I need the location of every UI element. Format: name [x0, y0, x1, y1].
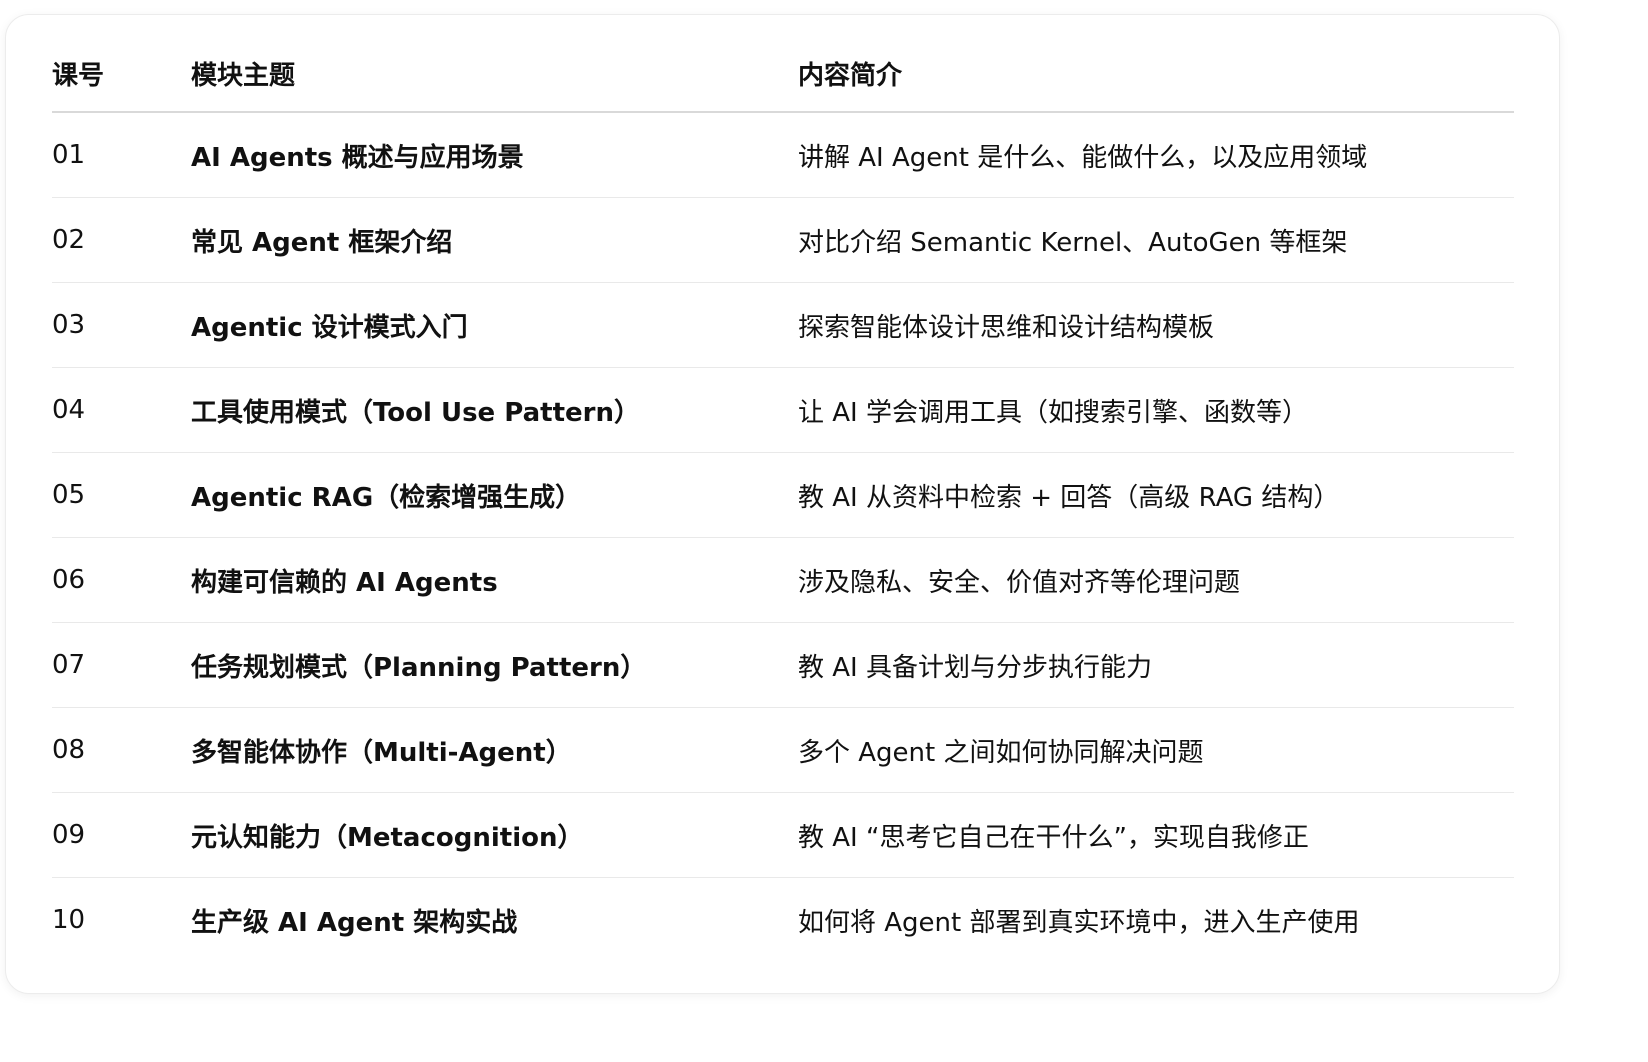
header-num: 课号 [52, 35, 191, 113]
table-body: 01 AI Agents 概述与应用场景 讲解 AI Agent 是什么、能做什… [52, 112, 1514, 962]
table-row: 07 任务规划模式（Planning Pattern） 教 AI 具备计划与分步… [52, 622, 1514, 708]
row-desc: 如何将 Agent 部署到真实环境中，进入生产使用 [798, 907, 1360, 938]
row-topic: 多智能体协作（Multi-Agent） [191, 707, 798, 793]
row-topic: 元认知能力（Metacognition） [191, 792, 798, 878]
row-desc: 教 AI “思考它自己在干什么”，实现自我修正 [798, 792, 1514, 878]
row-topic: 生产级 AI Agent 架构实战 [191, 907, 518, 938]
header-row: 课号 模块主题 内容简介 [52, 35, 1514, 113]
row-topic: 任务规划模式（Planning Pattern） [191, 622, 798, 708]
table-row: 03 Agentic 设计模式入门 探索智能体设计思维和设计结构模板 [52, 282, 1514, 368]
table-row: 06 构建可信赖的 AI Agents 涉及隐私、安全、价值对齐等伦理问题 [52, 537, 1514, 623]
row-num: 10 [52, 905, 86, 935]
header-topic: 模块主题 [191, 35, 798, 113]
row-topic: 构建可信赖的 AI Agents [191, 537, 798, 623]
table-row: 01 AI Agents 概述与应用场景 讲解 AI Agent 是什么、能做什… [52, 112, 1514, 198]
table-row: 08 多智能体协作（Multi-Agent） 多个 Agent 之间如何协同解决… [52, 707, 1514, 793]
table-row: 04 工具使用模式（Tool Use Pattern） 让 AI 学会调用工具（… [52, 367, 1514, 453]
row-num: 03 [52, 282, 191, 368]
row-desc: 探索智能体设计思维和设计结构模板 [798, 282, 1514, 368]
row-num: 09 [52, 792, 191, 878]
row-topic: 工具使用模式（Tool Use Pattern） [191, 367, 798, 453]
row-num: 08 [52, 707, 191, 793]
row-desc: 对比介绍 Semantic Kernel、AutoGen 等框架 [798, 197, 1514, 283]
course-table: 课号 模块主题 内容简介 01 AI Agents 概述与应用场景 讲解 AI … [52, 35, 1514, 962]
course-table-card: 课号 模块主题 内容简介 01 AI Agents 概述与应用场景 讲解 AI … [5, 14, 1560, 994]
header-desc: 内容简介 [798, 35, 1514, 113]
row-desc: 涉及隐私、安全、价值对齐等伦理问题 [798, 537, 1514, 623]
row-num: 04 [52, 367, 191, 453]
row-desc: 让 AI 学会调用工具（如搜索引擎、函数等） [798, 367, 1514, 453]
row-num: 05 [52, 452, 191, 538]
row-desc: 讲解 AI Agent 是什么、能做什么，以及应用领域 [798, 112, 1514, 198]
table-row: 05 Agentic RAG（检索增强生成） 教 AI 从资料中检索 + 回答（… [52, 452, 1514, 538]
row-num: 02 [52, 197, 191, 283]
row-desc: 教 AI 具备计划与分步执行能力 [798, 622, 1514, 708]
row-num: 07 [52, 622, 191, 708]
table-row: 10 生产级 AI Agent 架构实战 如何将 Agent 部署到真实环境中，… [52, 878, 1514, 963]
row-desc: 教 AI 从资料中检索 + 回答（高级 RAG 结构） [798, 452, 1514, 538]
table-row: 09 元认知能力（Metacognition） 教 AI “思考它自己在干什么”… [52, 792, 1514, 878]
row-topic: 常见 Agent 框架介绍 [191, 197, 798, 283]
row-num: 06 [52, 537, 191, 623]
row-topic: Agentic 设计模式入门 [191, 282, 798, 368]
row-desc: 多个 Agent 之间如何协同解决问题 [798, 707, 1514, 793]
row-topic: Agentic RAG（检索增强生成） [191, 452, 798, 538]
row-topic: AI Agents 概述与应用场景 [191, 112, 798, 198]
row-num: 01 [52, 112, 191, 198]
table-header: 课号 模块主题 内容简介 [52, 35, 1514, 113]
table-row: 02 常见 Agent 框架介绍 对比介绍 Semantic Kernel、Au… [52, 197, 1514, 283]
